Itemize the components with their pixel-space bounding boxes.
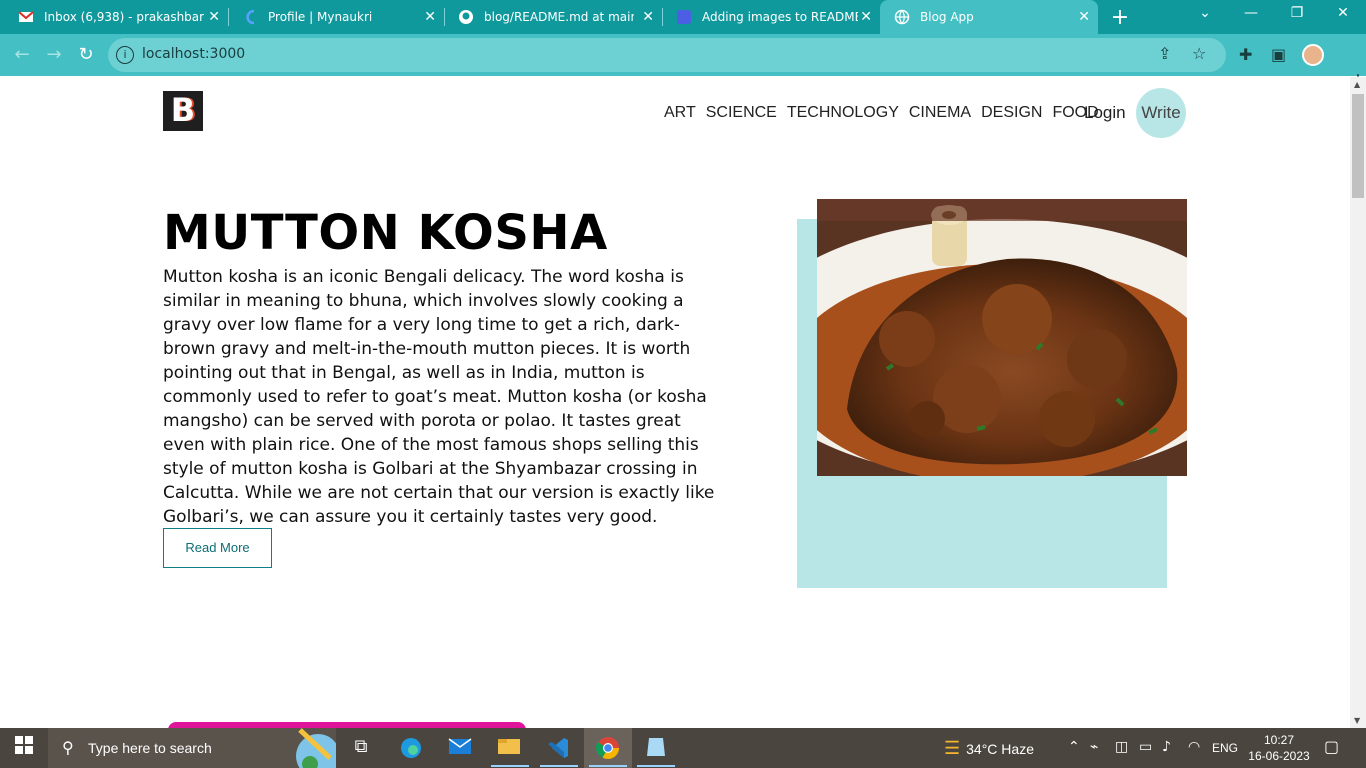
battery-icon[interactable]: ▭ [1139, 739, 1152, 755]
read-more-button[interactable]: Read More [163, 528, 272, 568]
login-link[interactable]: Login [1084, 103, 1126, 123]
post-description: Mutton kosha is an iconic Bengali delica… [163, 267, 715, 527]
meet-icon[interactable]: ◫ [1115, 739, 1128, 755]
github-icon [458, 9, 474, 25]
tab-strip: Inbox (6,938) - prakashbarui2 ✕ Profile … [0, 0, 1366, 34]
forward-button[interactable]: → [42, 43, 66, 67]
edge-icon[interactable] [398, 736, 424, 760]
browser-toolbar: ← → ↻ i localhost:3000 ⇪ ☆ ✚ ▣ ⋮ [0, 34, 1366, 91]
weather-widget[interactable]: ☰ 34°C Haze [944, 738, 1034, 759]
haze-icon: ☰ [944, 738, 961, 758]
tab-readme-images[interactable]: Adding images to README.m ✕ [662, 0, 880, 34]
nav-art[interactable]: ART [664, 104, 696, 122]
profile-avatar[interactable] [1302, 44, 1324, 66]
wifi-icon[interactable]: ◠ [1188, 739, 1200, 755]
web-page: B ART SCIENCE TECHNOLOGY CINEMA DESIGN F… [0, 77, 1350, 728]
nav-design[interactable]: DESIGN [981, 104, 1042, 122]
close-tab-icon[interactable]: ✕ [208, 9, 220, 25]
page-scrollbar[interactable]: ▲ ▼ [1350, 77, 1366, 728]
notepad-icon[interactable] [643, 736, 669, 760]
reload-button[interactable]: ↻ [74, 43, 98, 67]
minimize-button[interactable]: — [1228, 5, 1274, 21]
volume-icon[interactable]: ♪ [1162, 739, 1171, 755]
write-button[interactable]: Write [1136, 88, 1186, 138]
url-text[interactable]: localhost:3000 [142, 46, 245, 62]
category-nav: ART SCIENCE TECHNOLOGY CINEMA DESIGN FOO… [664, 104, 1099, 122]
language-indicator[interactable]: ENG [1212, 741, 1238, 755]
file-explorer-icon[interactable] [496, 736, 522, 760]
back-button[interactable]: ← [10, 43, 34, 67]
close-tab-icon[interactable]: ✕ [424, 9, 436, 25]
windows-taskbar: ⚲ Type here to search ⧉ ☰ 34°C Haze ⌃ ⌁ … [0, 728, 1366, 768]
notification-icon[interactable]: ▢ [1324, 737, 1339, 756]
close-tab-icon[interactable]: ✕ [860, 9, 872, 25]
tab-blog-app[interactable]: Blog App ✕ [880, 0, 1098, 34]
taskbar-search[interactable]: ⚲ Type here to search [48, 728, 336, 768]
scroll-up-icon[interactable]: ▲ [1354, 80, 1360, 89]
address-bar[interactable]: i localhost:3000 ⇪ ☆ [108, 38, 1226, 72]
extensions-icon[interactable]: ✚ [1239, 45, 1252, 64]
search-highlight-icon [296, 728, 336, 768]
naukri-icon [242, 9, 258, 25]
nav-technology[interactable]: TECHNOLOGY [787, 104, 899, 122]
post-image[interactable] [817, 199, 1187, 476]
tab-mynaukri[interactable]: Profile | Mynaukri ✕ [228, 0, 445, 34]
gmail-icon [18, 9, 34, 25]
close-tab-icon[interactable]: ✕ [642, 9, 654, 25]
tab-search-icon[interactable]: ⌄ [1182, 5, 1228, 21]
windows-start-icon[interactable] [11, 736, 37, 760]
scrollbar-thumb[interactable] [1352, 94, 1364, 198]
close-window-button[interactable]: ✕ [1320, 5, 1366, 21]
show-hidden-icons[interactable]: ⌃ [1068, 739, 1080, 755]
restore-button[interactable]: ❐ [1274, 5, 1320, 21]
site-icon [676, 9, 692, 25]
search-icon: ⚲ [62, 740, 74, 757]
new-tab-button[interactable]: + [1108, 5, 1132, 30]
clock[interactable]: 10:27 16-06-2023 [1244, 732, 1314, 764]
tab-github[interactable]: blog/README.md at main · p ✕ [444, 0, 663, 34]
site-info-icon[interactable]: i [116, 46, 134, 64]
mail-icon[interactable] [447, 736, 473, 760]
chrome-icon[interactable] [595, 736, 621, 760]
side-panel-icon[interactable]: ▣ [1271, 45, 1286, 64]
scroll-down-icon[interactable]: ▼ [1354, 716, 1360, 725]
network-off-icon[interactable]: ⌁ [1090, 739, 1098, 755]
task-view-icon[interactable]: ⧉ [348, 736, 374, 760]
site-logo[interactable]: B [163, 91, 203, 131]
close-tab-icon[interactable]: ✕ [1078, 9, 1090, 25]
nav-cinema[interactable]: CINEMA [909, 104, 971, 122]
nav-science[interactable]: SCIENCE [706, 104, 777, 122]
post-title: MUTTON KOSHA [163, 205, 608, 261]
tab-gmail[interactable]: Inbox (6,938) - prakashbarui2 ✕ [4, 0, 229, 34]
share-icon[interactable]: ⇪ [1158, 44, 1171, 63]
globe-icon [894, 9, 910, 25]
vscode-icon[interactable] [545, 736, 571, 760]
bookmark-star-icon[interactable]: ☆ [1192, 44, 1206, 63]
